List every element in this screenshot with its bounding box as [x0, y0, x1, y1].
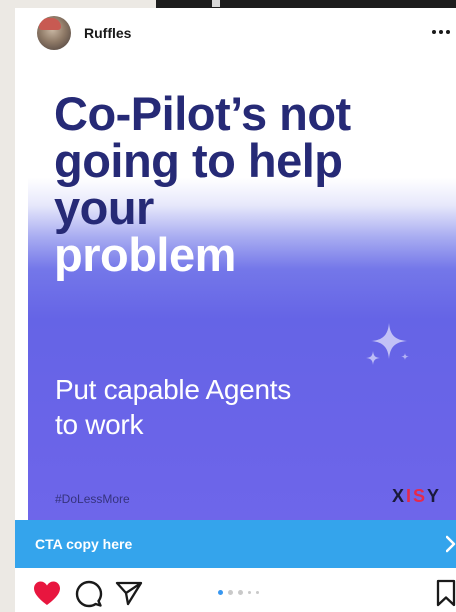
post-headline: Co-Pilot’s not going to help your proble…	[54, 90, 454, 278]
cta-label: CTA copy here	[35, 536, 133, 552]
logo-part-3: Y	[427, 486, 442, 506]
more-dot	[446, 30, 450, 34]
action-bar	[15, 568, 456, 612]
chevron-right-icon	[446, 535, 456, 553]
headline-line-4: problem	[54, 228, 236, 281]
bookmark-icon[interactable]	[435, 579, 456, 607]
top-strip-notch	[212, 0, 220, 7]
carousel-dot	[228, 590, 233, 595]
username[interactable]: Ruffles	[84, 25, 131, 41]
headline-line-3: your	[54, 181, 154, 234]
share-icon[interactable]	[115, 580, 143, 606]
subhead-line-2: to work	[55, 409, 144, 440]
heart-icon[interactable]	[32, 580, 62, 606]
post-image[interactable]: Co-Pilot’s not going to help your proble…	[28, 68, 456, 525]
more-dot	[432, 30, 436, 34]
instagram-post-card: Ruffles Co-Pilot’s not going to help you…	[15, 8, 456, 612]
subhead-line-1: Put capable Agents	[55, 374, 291, 405]
carousel-dot	[248, 591, 251, 594]
carousel-dot	[256, 591, 259, 594]
carousel-dot	[238, 590, 243, 595]
headline-line-2: going to help	[54, 134, 343, 187]
cta-button[interactable]: CTA copy here	[15, 520, 456, 568]
logo-part-1: X	[392, 486, 407, 506]
hashtag: #DoLessMore	[55, 492, 130, 506]
headline-line-1: Co-Pilot’s not	[54, 87, 351, 140]
carousel-indicator	[218, 590, 259, 595]
avatar[interactable]	[37, 16, 71, 50]
post-subheadline: Put capable Agents to work	[55, 372, 375, 442]
sparkle-icon	[366, 323, 409, 365]
carousel-dot	[218, 590, 223, 595]
avatar-cap	[39, 18, 61, 30]
post-header: Ruffles	[15, 8, 456, 58]
more-dot	[439, 30, 443, 34]
logo-part-2: IS	[406, 486, 428, 506]
brand-logo: XISY	[392, 486, 441, 507]
comment-icon[interactable]	[75, 580, 103, 608]
more-options-button[interactable]	[428, 22, 454, 42]
